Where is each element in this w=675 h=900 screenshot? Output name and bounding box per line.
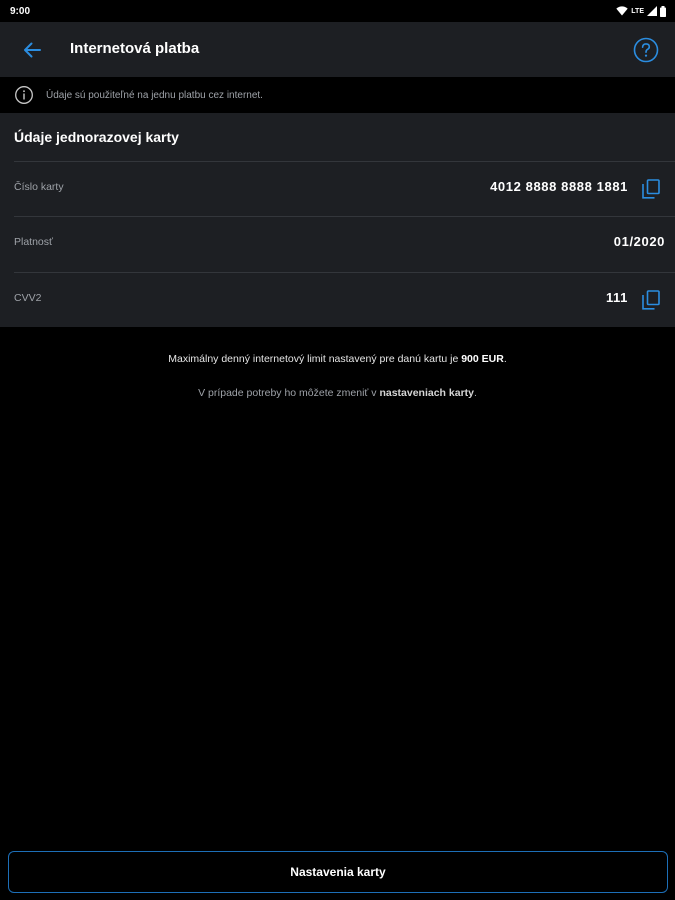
- card-number-row: Číslo karty 4012 8888 8888 1881: [14, 161, 675, 216]
- cvv-row: CVV2 111: [14, 272, 675, 327]
- status-time: 9:00: [10, 5, 31, 17]
- card-number-label: Číslo karty: [14, 181, 64, 193]
- card-details-heading: Údaje jednorazovej karty: [14, 129, 179, 145]
- app-bar: Internetová platba: [0, 22, 675, 77]
- card-settings-link[interactable]: nastaveniach karty: [379, 387, 474, 399]
- help-icon[interactable]: [633, 37, 659, 63]
- battery-icon: [660, 5, 666, 17]
- card-number-value: 4012 8888 8888 1881: [490, 179, 628, 194]
- copy-cvv-icon[interactable]: [642, 290, 660, 310]
- cvv-label: CVV2: [14, 292, 42, 304]
- back-arrow-icon[interactable]: [20, 38, 44, 62]
- expiry-value: 01/2020: [613, 234, 665, 249]
- wifi-icon: [616, 6, 628, 16]
- signal-icon: [647, 6, 657, 16]
- info-icon: [15, 86, 33, 104]
- change-limit-prefix: V prípade potreby ho môžete zmeniť v: [198, 387, 380, 399]
- change-limit-suffix: .: [474, 387, 477, 399]
- network-type-label: LTE: [631, 7, 644, 15]
- copy-card-number-icon[interactable]: [642, 179, 660, 199]
- change-limit-text: V prípade potreby ho môžete zmeniť v nas…: [0, 387, 675, 399]
- expiry-row: Platnosť 01/2020: [14, 216, 675, 271]
- page-title: Internetová platba: [70, 40, 200, 57]
- status-bar: 9:00 LTE: [0, 0, 675, 22]
- expiry-label: Platnosť: [14, 236, 53, 248]
- status-icons: LTE: [616, 5, 666, 17]
- cvv-value: 111: [605, 290, 628, 305]
- daily-limit-suffix: .: [503, 353, 507, 365]
- daily-limit-amount: 900 EUR: [461, 353, 504, 365]
- info-text: Údaje sú použiteľné na jednu platbu cez …: [46, 89, 263, 101]
- card-settings-button[interactable]: Nastavenia karty: [8, 851, 668, 893]
- daily-limit-text: Maximálny denný internetový limit nastav…: [0, 353, 675, 365]
- card-details-panel: Údaje jednorazovej karty Číslo karty 401…: [0, 113, 675, 327]
- daily-limit-prefix: Maximálny denný internetový limit nastav…: [168, 353, 462, 365]
- info-banner: Údaje sú použiteľné na jednu platbu cez …: [0, 77, 675, 113]
